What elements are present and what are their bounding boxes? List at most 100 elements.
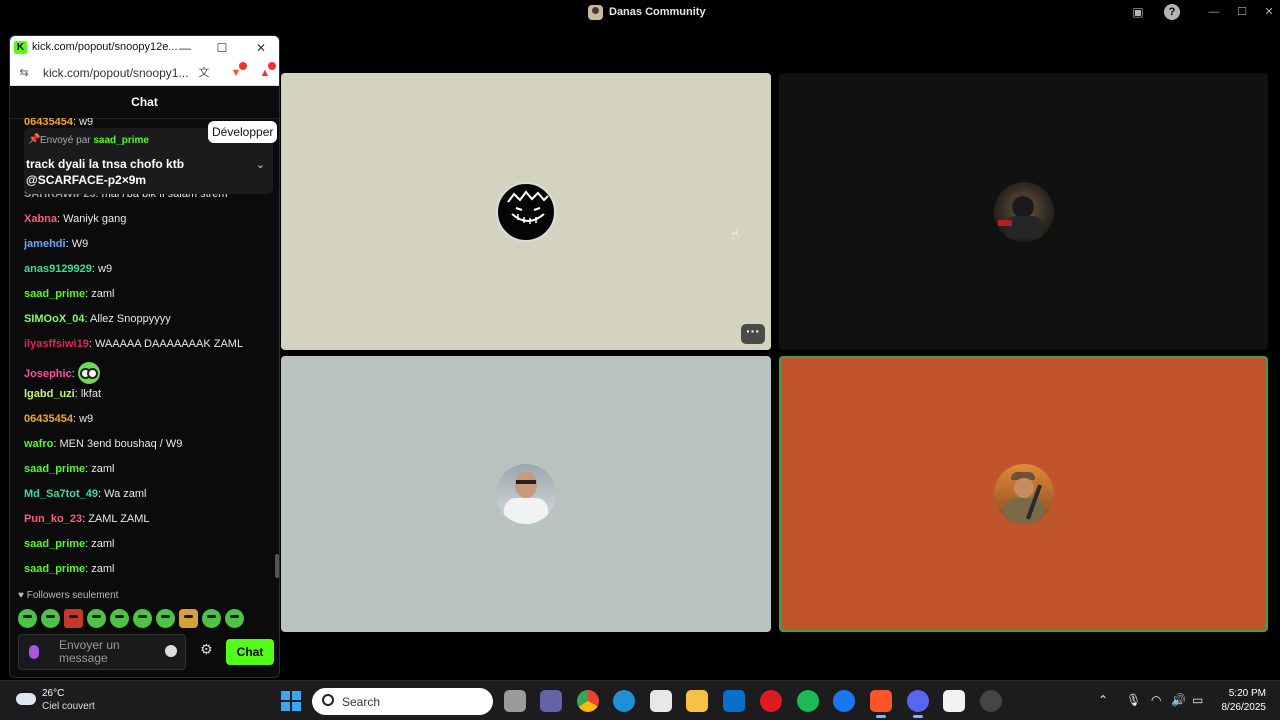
clock[interactable]: 5:20 PM 8/26/2025 bbox=[1216, 687, 1267, 715]
chat-text: : zaml bbox=[85, 463, 115, 475]
emote-icon[interactable] bbox=[41, 609, 60, 628]
minimize-button[interactable]: — bbox=[176, 39, 194, 57]
chevron-up-icon[interactable]: ⌃ bbox=[1098, 693, 1108, 707]
emote-icon[interactable] bbox=[110, 609, 129, 628]
address-bar[interactable]: ⇆ kick.com/popout/snoopy1... 文 ▼ ▲ bbox=[10, 60, 279, 86]
popout-tab-title: kick.com/popout/snoopy12e... bbox=[32, 41, 178, 53]
emote-icon[interactable] bbox=[64, 609, 83, 628]
gear-icon[interactable]: ⚙ bbox=[200, 641, 213, 658]
chat-username[interactable]: wafro bbox=[24, 438, 53, 450]
spotify-icon[interactable] bbox=[797, 690, 819, 712]
avatar bbox=[496, 181, 556, 242]
emote-icon[interactable] bbox=[202, 609, 221, 628]
chat-message: lgabd_uzi: lkfat bbox=[24, 388, 101, 400]
chat-username[interactable]: Xabna bbox=[24, 213, 57, 225]
edge-icon[interactable] bbox=[613, 690, 635, 712]
chat-text: : W9 bbox=[65, 238, 89, 250]
emote-quick-bar bbox=[18, 609, 244, 629]
chat-username[interactable]: Md_Sa7tot_49 bbox=[24, 488, 98, 500]
chat-username[interactable]: saad_prime bbox=[24, 288, 85, 300]
chat-username[interactable]: Josephic bbox=[24, 368, 72, 380]
popout-titlebar: K kick.com/popout/snoopy12e... — ☐ ✕ bbox=[10, 36, 279, 60]
facebook-icon[interactable] bbox=[833, 690, 855, 712]
help-icon[interactable]: ? bbox=[1164, 4, 1180, 20]
maximize-button[interactable]: ☐ bbox=[1231, 3, 1253, 21]
minimize-button[interactable]: — bbox=[1203, 3, 1225, 21]
teams-icon[interactable] bbox=[540, 690, 562, 712]
chat-text: : Wa zaml bbox=[97, 488, 147, 500]
volume-icon[interactable]: 🔊 bbox=[1171, 693, 1186, 707]
taskbar: 26°C Ciel couvert Search ⌃ 🎙 ◠ 🔊 ▭ 5:20 … bbox=[0, 680, 1280, 720]
chat-text: : MEN 3end boushaq / W9 bbox=[53, 438, 183, 450]
task-view-icon[interactable] bbox=[504, 690, 526, 712]
chat-username[interactable]: 06435454 bbox=[24, 118, 73, 128]
server-title: Danas Community bbox=[588, 4, 706, 20]
steam-icon[interactable] bbox=[980, 690, 1002, 712]
emoji-picker-icon[interactable] bbox=[165, 645, 177, 657]
server-icon bbox=[588, 4, 603, 20]
windows-start-icon[interactable] bbox=[281, 691, 301, 711]
video-tile-2[interactable] bbox=[779, 73, 1268, 350]
emote-icon[interactable] bbox=[18, 609, 37, 628]
avatar bbox=[993, 464, 1054, 524]
site-settings-icon[interactable]: ⇆ bbox=[16, 65, 32, 81]
close-button[interactable]: ✕ bbox=[1258, 3, 1280, 21]
battery-icon[interactable]: ▭ bbox=[1192, 693, 1203, 707]
opera-icon[interactable] bbox=[760, 690, 782, 712]
more-options-button[interactable]: ··· bbox=[741, 324, 765, 344]
chat-message: Pun_ko_23: ZAML ZAML bbox=[24, 513, 150, 525]
file-explorer-icon[interactable] bbox=[686, 690, 708, 712]
chrome-icon[interactable] bbox=[577, 690, 599, 712]
store-icon[interactable] bbox=[650, 690, 672, 712]
translate-icon[interactable]: 文 bbox=[196, 65, 212, 81]
weather-condition: Ciel couvert bbox=[42, 701, 95, 712]
chat-username[interactable]: SIMOoX_04 bbox=[24, 313, 85, 325]
chat-message: SIMOoX_04: Allez Snoppyyyy bbox=[24, 313, 171, 325]
chat-username[interactable]: Pun_ko_23 bbox=[24, 513, 82, 525]
send-chat-button[interactable]: Chat bbox=[226, 639, 274, 665]
chat-text: : zaml bbox=[85, 563, 115, 575]
chat-username[interactable]: 06435454 bbox=[24, 413, 73, 425]
chevron-down-icon[interactable]: ⌄ bbox=[256, 158, 265, 171]
discord-icon[interactable] bbox=[907, 690, 929, 718]
heart-icon: ♥ bbox=[18, 590, 24, 601]
video-tile-3[interactable] bbox=[281, 356, 771, 632]
close-button[interactable]: ✕ bbox=[252, 39, 270, 57]
chat-input[interactable]: Envoyer un message bbox=[18, 634, 186, 670]
video-tile-1[interactable]: ··· bbox=[281, 73, 771, 350]
chat-username[interactable]: jamehdi bbox=[24, 238, 66, 250]
emote-icon[interactable] bbox=[156, 609, 175, 628]
inbox-icon[interactable]: ▣ bbox=[1130, 4, 1146, 20]
capcut-icon[interactable] bbox=[943, 690, 965, 712]
taskbar-search[interactable]: Search bbox=[312, 688, 493, 715]
chat-text: : WAAAAA DAAAAAAAK ZAML bbox=[88, 338, 244, 350]
emote-icon[interactable] bbox=[225, 609, 244, 628]
server-name: Danas Community bbox=[609, 6, 706, 18]
mic-icon[interactable] bbox=[29, 645, 39, 659]
brave-icon[interactable] bbox=[870, 690, 892, 718]
video-tile-4-speaking[interactable] bbox=[779, 356, 1268, 632]
chat-message: anas9129929: w9 bbox=[24, 263, 112, 275]
expand-tooltip: Développer bbox=[208, 121, 278, 143]
chat-username[interactable]: ilyasffsiwi19 bbox=[24, 338, 89, 350]
hand-cursor-icon: ☝ bbox=[731, 226, 740, 242]
chat-username[interactable]: lgabd_uzi bbox=[24, 388, 75, 400]
shields-badge bbox=[239, 62, 247, 70]
chat-username[interactable]: anas9129929 bbox=[24, 263, 92, 275]
maximize-button[interactable]: ☐ bbox=[213, 39, 231, 57]
chat-username[interactable]: saad_prime bbox=[24, 463, 85, 475]
chat-text: : ZAML ZAML bbox=[82, 513, 150, 525]
chat-username[interactable]: saad_prime bbox=[24, 538, 85, 550]
emote-icon[interactable] bbox=[179, 609, 198, 628]
chat-header: Chat bbox=[10, 87, 279, 119]
wifi-icon[interactable]: ◠ bbox=[1151, 693, 1161, 707]
scrollbar[interactable] bbox=[275, 554, 279, 578]
temperature: 26°C bbox=[42, 688, 65, 699]
emote-icon[interactable] bbox=[133, 609, 152, 628]
chat-message: wafro: MEN 3end boushaq / W9 bbox=[24, 438, 182, 450]
mic-icon[interactable]: 🎙 bbox=[1126, 693, 1141, 707]
chat-username[interactable]: saad_prime bbox=[24, 563, 85, 575]
outlook-icon[interactable] bbox=[723, 690, 745, 712]
url-text[interactable]: kick.com/popout/snoopy1... bbox=[43, 66, 188, 80]
emote-icon[interactable] bbox=[87, 609, 106, 628]
